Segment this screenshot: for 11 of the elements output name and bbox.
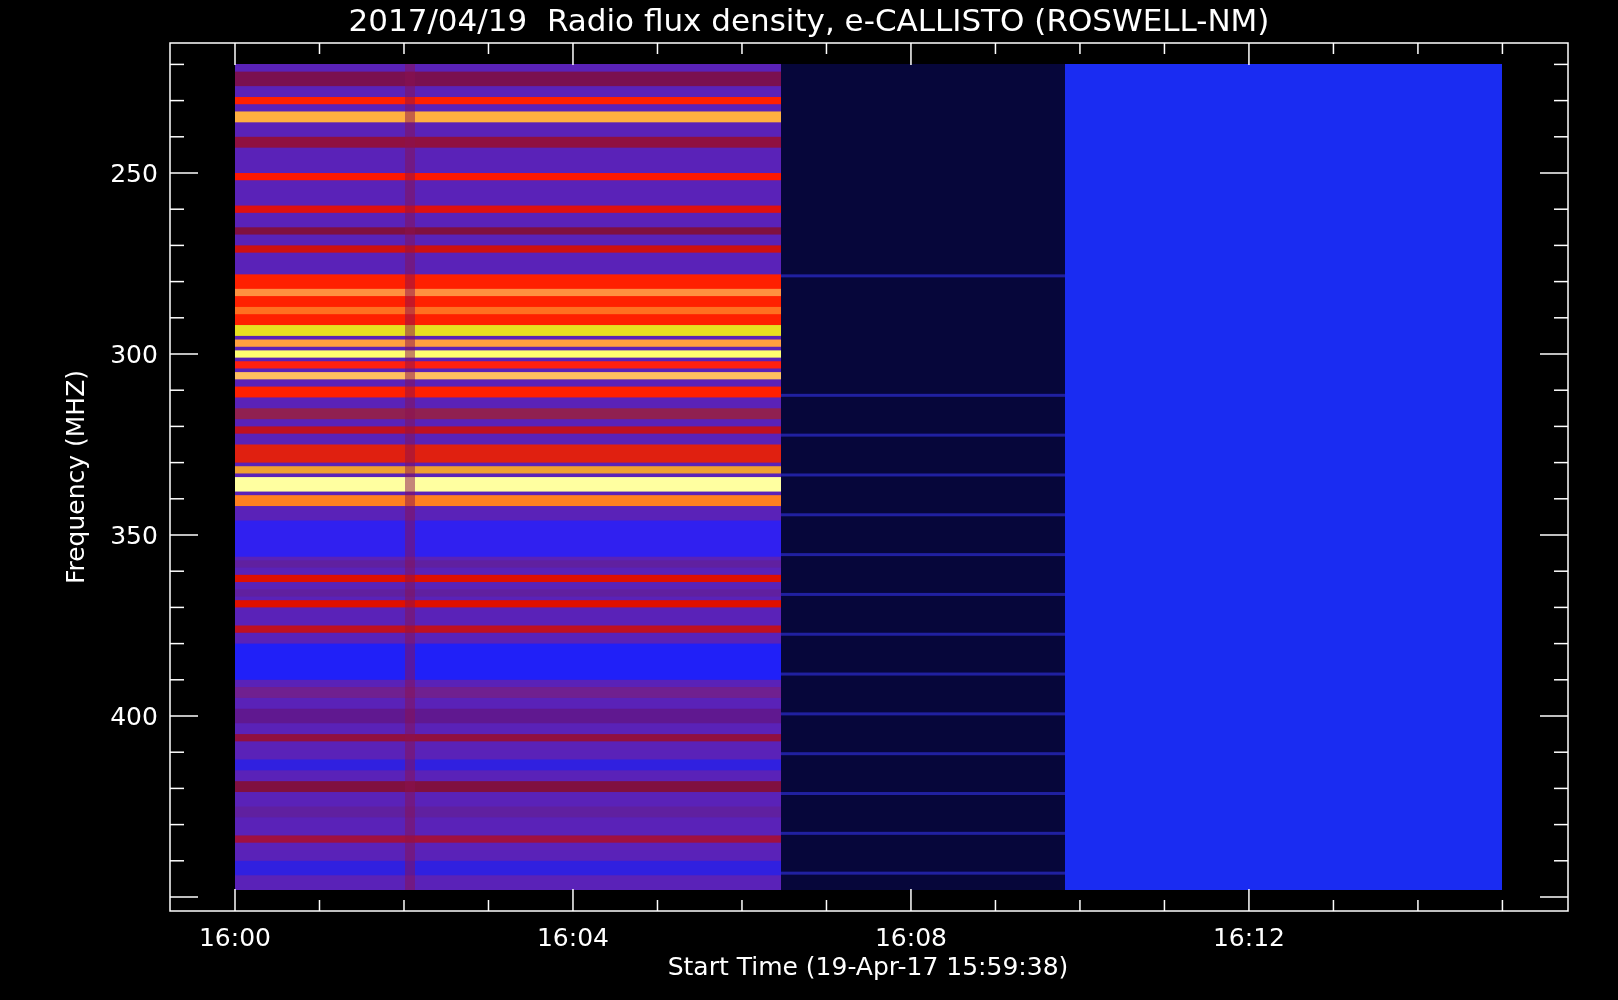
y-tick-label: 250 [110, 159, 158, 188]
plot-title: 2017/04/19 Radio flux density, e-CALLISTO (ROSWELL-NM) [348, 2, 1270, 38]
x-tick-label: 16:04 [536, 923, 609, 952]
y-tick-label: 300 [110, 340, 158, 369]
x-tick-label: 16:12 [1212, 923, 1285, 952]
x-tick-label: 16:08 [874, 923, 947, 952]
y-axis-label: Frequency (MHZ) [61, 369, 90, 585]
y-tick-label: 350 [110, 521, 158, 550]
x-tick-label: 16:00 [199, 923, 271, 952]
x-axis-label: Start Time (19-Apr-17 15:59:38) [667, 952, 1069, 981]
y-tick-label: 400 [110, 702, 158, 731]
